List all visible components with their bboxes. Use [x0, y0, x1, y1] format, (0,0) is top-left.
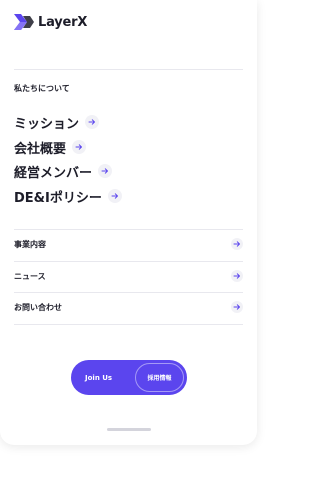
join-us-button[interactable]: Join Us 採用情報: [71, 360, 187, 395]
nav-item-contact[interactable]: お問い合わせ: [14, 299, 243, 315]
divider: [14, 69, 243, 70]
link-mission[interactable]: ミッション: [14, 114, 100, 132]
arrow-right-icon: [85, 115, 100, 129]
nav-item-business-label: 事業内容: [14, 239, 46, 249]
link-management-members[interactable]: 経営メンバー: [14, 163, 113, 181]
section-label-about: 私たちについて: [14, 84, 70, 93]
link-company-overview[interactable]: 会社概要: [14, 139, 87, 157]
nav-item-business[interactable]: 事業内容: [14, 236, 243, 252]
divider: [14, 292, 243, 293]
recruit-info-label: 採用情報: [147, 375, 172, 382]
brand-name[interactable]: LayerX: [38, 15, 87, 30]
arrow-right-icon: [231, 270, 243, 282]
layerx-logo-icon[interactable]: [14, 14, 34, 30]
divider: [14, 229, 243, 230]
nav-item-news-label: ニュース: [14, 271, 46, 281]
divider: [14, 324, 243, 325]
link-dei-policy-label: DE&Iポリシー: [14, 190, 102, 206]
drag-handle[interactable]: [107, 428, 151, 431]
link-mission-label: ミッション: [14, 116, 80, 132]
nav-item-news[interactable]: ニュース: [14, 268, 243, 284]
arrow-right-icon: [98, 164, 113, 178]
link-company-overview-label: 会社概要: [14, 141, 67, 157]
join-us-label: Join Us: [85, 373, 113, 382]
link-management-members-label: 経営メンバー: [14, 165, 93, 181]
arrow-right-icon: [107, 189, 122, 203]
link-dei-policy[interactable]: DE&Iポリシー: [14, 188, 122, 206]
menu-panel: LayerX 私たちについて ミッション 会社概要 経営メンバー DE&Iポリシ…: [0, 0, 257, 445]
recruit-info-button[interactable]: 採用情報: [135, 363, 184, 392]
arrow-right-icon: [231, 301, 243, 313]
nav-item-contact-label: お問い合わせ: [14, 302, 62, 312]
divider: [14, 261, 243, 262]
arrow-right-icon: [72, 140, 87, 154]
header: LayerX: [14, 12, 87, 32]
arrow-right-icon: [231, 238, 243, 250]
